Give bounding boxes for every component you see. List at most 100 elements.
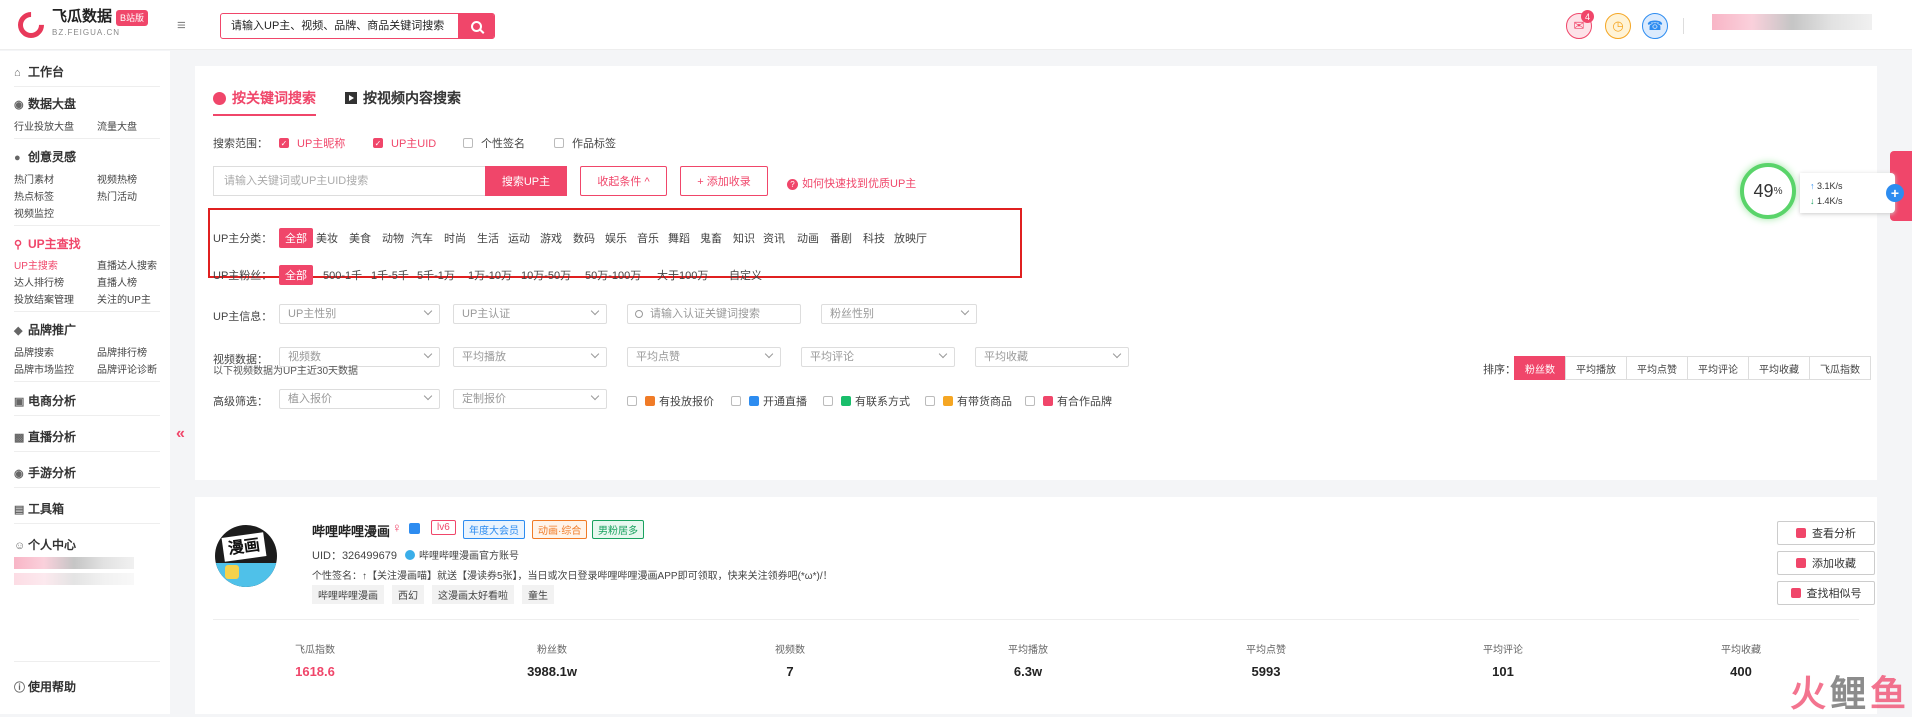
- add-collection-button[interactable]: + 添加收录: [680, 166, 768, 196]
- sidebar-item-hot-activity[interactable]: 热门活动: [97, 188, 137, 203]
- fans-option[interactable]: 大于100万: [657, 267, 708, 283]
- sidebar-brand[interactable]: ◆ 品牌推广: [14, 321, 76, 338]
- fans-option[interactable]: 自定义: [729, 267, 762, 283]
- collapse-conditions-button[interactable]: 收起条件 ^: [580, 166, 667, 196]
- scope-tag-checkbox[interactable]: 作品标签: [554, 135, 616, 151]
- search-icon: [635, 310, 643, 318]
- global-search-input[interactable]: [221, 14, 461, 38]
- contact-checkbox[interactable]: 有联系方式: [823, 393, 910, 409]
- sidebar-help[interactable]: ⓘ 使用帮助: [14, 678, 76, 695]
- stat-item: 平均点赞 5993: [1206, 641, 1326, 679]
- global-search-button[interactable]: [458, 13, 494, 39]
- video-data-select[interactable]: 平均播放: [453, 347, 607, 367]
- chevron-down-icon: [1112, 349, 1122, 359]
- fans-option[interactable]: 500-1千: [323, 267, 362, 283]
- cert-keyword-input[interactable]: 请输入认证关键词搜索: [627, 304, 801, 324]
- sidebar-ecom[interactable]: ▣ 电商分析: [14, 392, 76, 409]
- sidebar-item-video-hot[interactable]: 视频热榜: [97, 171, 137, 186]
- live-checkbox[interactable]: 开通直播: [731, 393, 807, 409]
- sidebar-item-brand-ranking[interactable]: 品牌排行榜: [97, 344, 147, 359]
- content-tag[interactable]: 哔哩哔哩漫画: [312, 585, 384, 604]
- video-data-select[interactable]: 平均收藏: [975, 347, 1129, 367]
- content-tag[interactable]: 西幻: [392, 585, 424, 604]
- sort-option[interactable]: 粉丝数: [1514, 356, 1566, 380]
- video-data-select[interactable]: 平均评论: [801, 347, 955, 367]
- sidebar-tools[interactable]: ▤ 工具箱: [14, 500, 64, 517]
- sidebar-item-ranking[interactable]: 达人排行榜: [14, 274, 64, 289]
- content-tag[interactable]: 这漫画太好看啦: [432, 585, 514, 604]
- search-dot-icon: [213, 92, 226, 105]
- sidebar-collapse-icon[interactable]: «: [176, 425, 185, 443]
- clock-icon[interactable]: ◷: [1605, 13, 1631, 39]
- sidebar-item-video-monitor[interactable]: 视频监控: [14, 205, 54, 220]
- fans-option[interactable]: 5千-1万: [417, 267, 455, 283]
- avatar[interactable]: 漫画: [215, 525, 277, 587]
- sidebar-up-search[interactable]: ⚲ UP主查找: [14, 235, 81, 252]
- fans-option[interactable]: 全部: [279, 265, 313, 285]
- sidebar-item-followed[interactable]: 关注的UP主: [97, 291, 151, 306]
- data-note: 以下视频数据为UP主近30天数据: [213, 366, 359, 377]
- diamond-icon: [1043, 396, 1053, 406]
- tab-video[interactable]: 按视频内容搜索: [345, 88, 461, 108]
- sidebar-personal[interactable]: ☺ 个人中心: [14, 536, 76, 553]
- up-name[interactable]: 哔哩哔哩漫画: [312, 521, 390, 540]
- fans-option[interactable]: 1千-5千: [371, 267, 409, 283]
- sidebar-item-hot-tag[interactable]: 热点标签: [14, 188, 54, 203]
- fans-option[interactable]: 50万-100万: [585, 267, 641, 283]
- goods-checkbox[interactable]: 有带货商品: [925, 393, 1012, 409]
- sort-option[interactable]: 平均点赞: [1626, 356, 1688, 380]
- fans-option[interactable]: 10万-50万: [521, 267, 571, 283]
- sidebar-live[interactable]: ▩ 直播分析: [14, 428, 76, 445]
- menu-collapse-icon[interactable]: ≡: [177, 17, 186, 34]
- help-link[interactable]: ? 如何快速找到优质UP主: [787, 175, 916, 191]
- memory-ring-widget[interactable]: 49%: [1740, 163, 1796, 219]
- sidebar-item-industry[interactable]: 行业投放大盘: [14, 118, 74, 133]
- logo[interactable]: 飞瓜数据 B站版 BZ.FEIGUA.CN: [12, 6, 149, 44]
- sort-option[interactable]: 飞瓜指数: [1809, 356, 1871, 380]
- fans-option[interactable]: 1万-10万: [468, 267, 512, 283]
- stat-value: 6.3w: [1013, 664, 1043, 679]
- scope-signature-checkbox[interactable]: 个性签名: [463, 135, 525, 151]
- tab-keyword[interactable]: 按关键词搜索: [213, 88, 316, 116]
- search-up-button[interactable]: 搜索UP主: [485, 166, 567, 196]
- plus-icon[interactable]: +: [1886, 184, 1904, 202]
- sort-option[interactable]: 平均播放: [1565, 356, 1627, 380]
- add-favorite-button[interactable]: 添加收藏: [1777, 551, 1875, 575]
- brand-coop-checkbox[interactable]: 有合作品牌: [1025, 393, 1112, 409]
- find-similar-button[interactable]: 查找相似号: [1777, 581, 1875, 605]
- scope-nickname-checkbox[interactable]: ✓ UP主昵称: [279, 135, 345, 151]
- sort-option[interactable]: 平均收藏: [1748, 356, 1810, 380]
- sidebar-item-live-search[interactable]: 直播达人搜索: [97, 257, 157, 272]
- user-account-avatar[interactable]: [1712, 14, 1872, 30]
- view-analysis-button[interactable]: 查看分析: [1777, 521, 1875, 545]
- up-cert-select[interactable]: UP主认证: [453, 304, 607, 324]
- phone-icon: [841, 396, 851, 406]
- bulb-icon: ●: [14, 152, 21, 164]
- sort-option[interactable]: 平均评论: [1687, 356, 1749, 380]
- keyword-input[interactable]: [213, 166, 485, 196]
- implant-price-select[interactable]: 植入报价: [279, 389, 440, 409]
- has-price-checkbox[interactable]: 有投放报价: [627, 393, 714, 409]
- up-gender-select[interactable]: UP主性别: [279, 304, 440, 324]
- sidebar-item-hot-material[interactable]: 热门素材: [14, 171, 54, 186]
- sidebar-game[interactable]: ◉ 手游分析: [14, 464, 76, 481]
- sidebar-workbench[interactable]: ⌂ 工作台: [14, 63, 64, 80]
- sidebar-item-campaign[interactable]: 投放结案管理: [14, 291, 74, 306]
- sidebar-item-traffic[interactable]: 流量大盘: [97, 118, 137, 133]
- mail-icon[interactable]: ✉ 4: [1566, 10, 1594, 39]
- sidebar-item-brand-monitor[interactable]: 品牌市场监控: [14, 361, 74, 376]
- up-result-card[interactable]: 漫画 哔哩哔哩漫画 ♀ lv6 年度大会员 动画·综合 男粉居多 UID：326…: [195, 497, 1877, 714]
- sidebar-creative[interactable]: ● 创意灵感: [14, 148, 76, 165]
- sidebar-data-board[interactable]: ◉ 数据大盘: [14, 95, 76, 112]
- scope-uid-checkbox[interactable]: ✓ UP主UID: [373, 135, 436, 151]
- fan-gender-select[interactable]: 粉丝性别: [821, 304, 977, 324]
- video-data-select[interactable]: 平均点赞: [627, 347, 781, 367]
- content-tag[interactable]: 童生: [522, 585, 554, 604]
- support-icon[interactable]: ☎: [1642, 13, 1668, 39]
- sidebar-item-up-search[interactable]: UP主搜索: [14, 257, 58, 272]
- sidebar-item-brand-comment[interactable]: 品牌评论诊断: [97, 361, 157, 376]
- custom-price-select[interactable]: 定制报价: [453, 389, 607, 409]
- stat-value: 400: [1730, 664, 1752, 679]
- sidebar-item-live-ranking[interactable]: 直播人榜: [97, 274, 137, 289]
- sidebar-item-brand-search[interactable]: 品牌搜索: [14, 344, 54, 359]
